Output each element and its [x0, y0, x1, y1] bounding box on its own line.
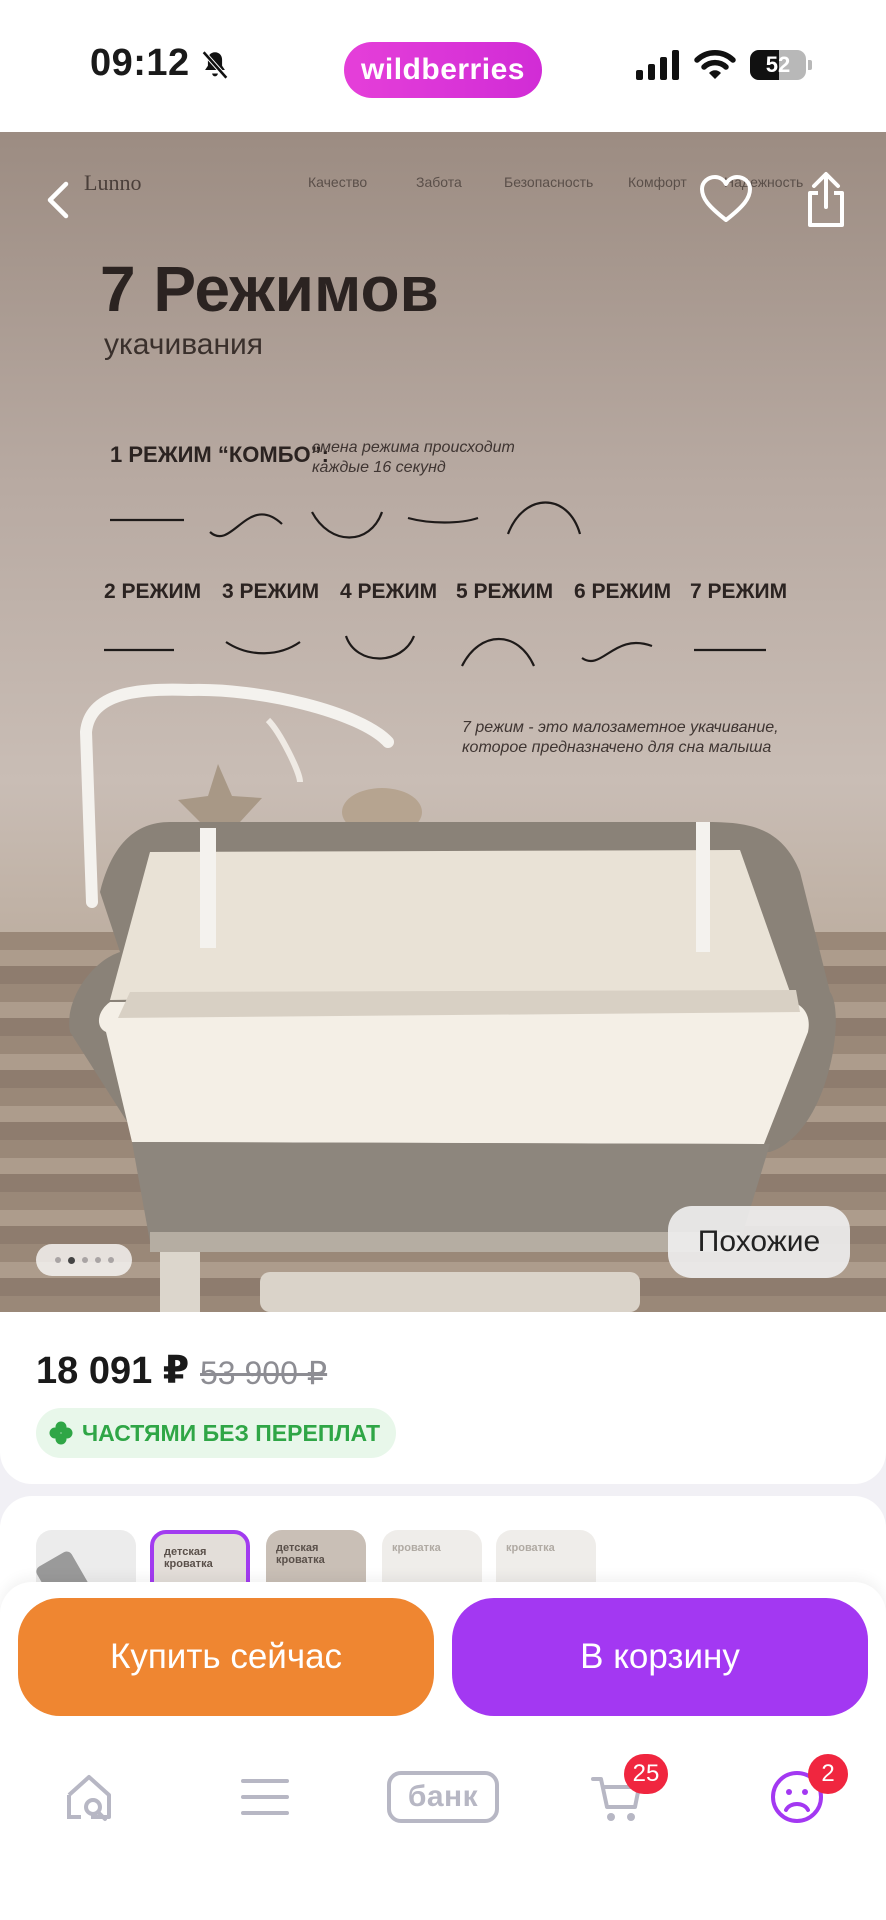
share-icon: [808, 172, 844, 227]
cellular-signal-icon: [636, 50, 679, 80]
carousel-dot: [54, 1257, 61, 1263]
crib-illustration: [69, 683, 836, 1312]
product-image[interactable]: Lunno Качество Забота Безопасность Комфо…: [0, 132, 886, 1312]
tab-home[interactable]: [44, 1762, 134, 1832]
wifi-icon: [694, 50, 736, 79]
buy-now-button[interactable]: Купить сейчас: [18, 1598, 434, 1716]
carousel-dot: [67, 1256, 75, 1264]
bell-off-icon: [201, 50, 229, 80]
similar-button[interactable]: Похожие: [668, 1206, 850, 1278]
cart-badge: 25: [624, 1754, 668, 1794]
tab-profile[interactable]: 2: [752, 1754, 848, 1832]
action-bar: Купить сейчас В корзину: [0, 1582, 886, 1732]
home-search-icon: [67, 1775, 111, 1821]
current-price: 18 091 ₽: [36, 1350, 190, 1392]
carousel-dot: [107, 1257, 114, 1263]
battery-indicator: 52: [750, 50, 812, 80]
heart-icon: [700, 175, 752, 222]
thumbnail-label: детская кроватка: [164, 1546, 213, 1570]
clover-icon: [49, 1421, 73, 1445]
tab-cart[interactable]: 25: [572, 1754, 668, 1832]
favorite-button[interactable]: [696, 170, 756, 230]
share-button[interactable]: [796, 170, 856, 230]
back-button[interactable]: [28, 170, 88, 230]
bank-label: банк: [387, 1771, 499, 1823]
bottom-tab-bar: банк 25 2: [0, 1732, 886, 1920]
profile-badge: 2: [808, 1754, 848, 1794]
battery-level: 52: [765, 52, 791, 77]
tab-bank[interactable]: банк: [386, 1762, 500, 1832]
carousel-indicator: [36, 1244, 132, 1276]
status-time: 09:12: [90, 42, 190, 84]
tab-catalog[interactable]: [220, 1762, 310, 1832]
status-bar: 09:12 wildberries 52: [0, 0, 886, 132]
installment-badge[interactable]: ЧАСТЯМИ БЕЗ ПЕРЕПЛАТ: [36, 1408, 397, 1458]
thumbnail-label: детская кроватка: [276, 1542, 325, 1566]
old-price: 53 900 ₽: [200, 1355, 328, 1391]
thumbnail-label: кроватка: [392, 1542, 441, 1554]
wildberries-logo: wildberries: [344, 42, 542, 98]
add-to-cart-button[interactable]: В корзину: [452, 1598, 868, 1716]
thumbnail-label: кроватка: [506, 1542, 555, 1554]
chevron-left-icon: [47, 181, 69, 219]
price-card: 18 091 ₽ 53 900 ₽ ЧАСТЯМИ БЕЗ ПЕРЕПЛАТ: [0, 1312, 886, 1484]
installment-label: ЧАСТЯМИ БЕЗ ПЕРЕПЛАТ: [82, 1419, 381, 1446]
menu-icon: [241, 1779, 289, 1815]
carousel-dot: [81, 1257, 88, 1263]
carousel-dot: [94, 1257, 101, 1263]
